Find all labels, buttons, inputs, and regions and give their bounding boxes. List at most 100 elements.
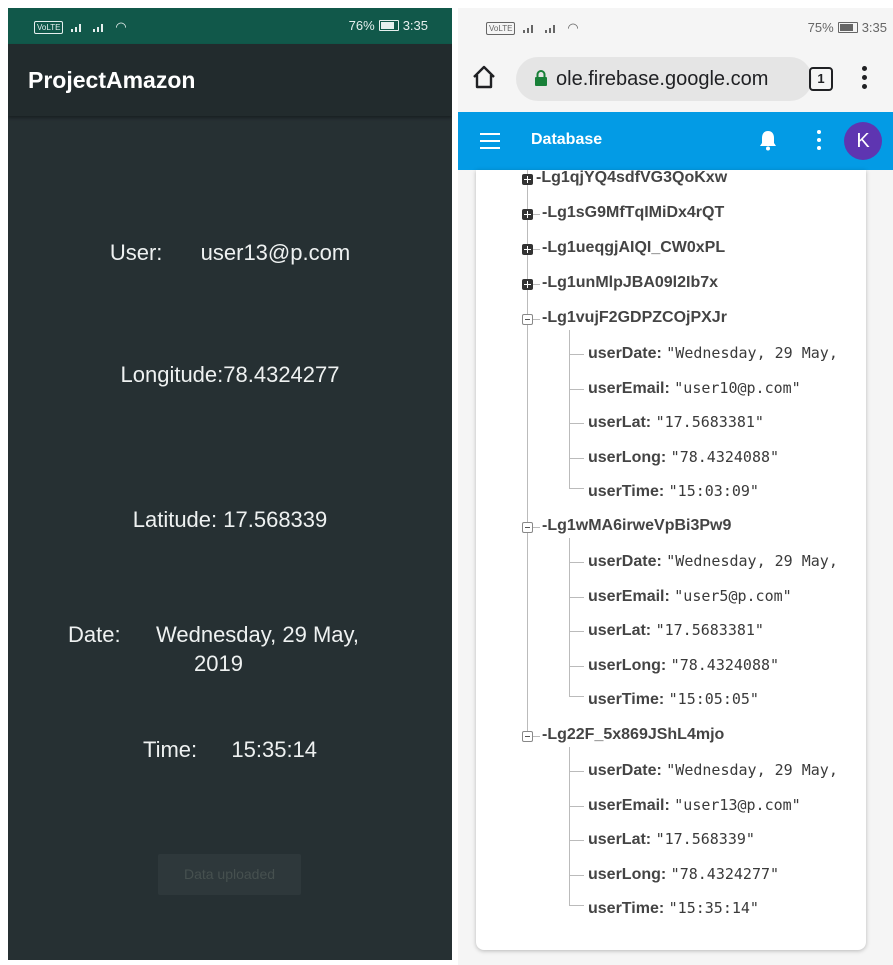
tree-connector (569, 905, 584, 906)
wifi-icon: ◠ (567, 20, 579, 35)
collapse-icon[interactable] (522, 314, 533, 325)
app-title: ProjectAmazon (8, 44, 452, 116)
tree-connector (569, 806, 584, 807)
url-text: ole.firebase.google.com (556, 68, 769, 90)
left-phone-screen: VoLTE ◠ 76% 3:35 ProjectAmazon User: use… (8, 8, 452, 960)
tree-connector (569, 389, 584, 390)
signal-icon-2 (93, 22, 107, 32)
database-tree-card: -Lg1qjYQ4sdfVG3QoKxw -Lg1sG9MfTqIMiDx4rQ… (476, 170, 866, 950)
tree-connector (569, 666, 584, 667)
signal-icon-2 (545, 23, 559, 33)
field-row[interactable]: userLong: "78.4324088" (588, 448, 779, 467)
longitude-label: Longitude: (120, 362, 224, 387)
field-row[interactable]: userDate: "Wednesday, 29 May, (588, 344, 838, 363)
field-row[interactable]: userEmail: "user13@p.com" (588, 796, 801, 815)
collapse-icon[interactable] (522, 731, 533, 742)
tree-connector (533, 527, 540, 528)
field-row[interactable]: userLong: "78.4324088" (588, 656, 779, 675)
tree-connector (533, 249, 540, 250)
battery-percent: 76% (348, 18, 375, 33)
field-row[interactable]: userEmail: "user5@p.com" (588, 587, 792, 606)
tree-connector (569, 875, 584, 876)
user-label: User: (109, 240, 163, 265)
battery-icon (378, 20, 399, 31)
tree-connector (533, 284, 540, 285)
collapse-icon[interactable] (522, 522, 533, 533)
tree-node[interactable]: -Lg1vujF2GDPZCOjPXJr (542, 309, 727, 327)
date-value: Wednesday, 29 May, (156, 622, 359, 647)
tree-connector (569, 488, 584, 489)
hamburger-menu-icon[interactable] (480, 133, 500, 154)
toolbar-more-icon[interactable] (817, 130, 823, 154)
tree-connector (569, 354, 584, 355)
longitude-row: Longitude:78.4324277 (8, 362, 452, 388)
tree-node[interactable]: -Lg1qjYQ4sdfVG3QoKxw (536, 170, 727, 187)
field-row[interactable]: userLat: "17.5683381" (588, 621, 764, 640)
time-value: 15:35:14 (231, 737, 318, 762)
date-row: Date: Wednesday, 29 May, (68, 622, 428, 648)
expand-icon[interactable] (522, 209, 533, 220)
field-row[interactable]: userLat: "17.568339" (588, 830, 755, 849)
tree-node[interactable]: -Lg22F_5x869JShL4mjo (542, 726, 724, 744)
tree-connector (569, 771, 584, 772)
field-row[interactable]: userLat: "17.5683381" (588, 413, 764, 432)
clock: 3:35 (861, 20, 887, 35)
volte-icon: VoLTE (486, 21, 516, 35)
battery-percent: 75% (807, 20, 834, 35)
avatar[interactable]: K (844, 122, 882, 160)
field-row[interactable]: userLong: "78.4324277" (588, 865, 779, 884)
tree-connector (569, 631, 584, 632)
field-row[interactable]: userTime: "15:03:09" (588, 482, 759, 501)
time-row: Time: 15:35:14 (8, 737, 452, 763)
volte-icon: VoLTE (34, 20, 64, 34)
date-label: Date: (68, 622, 121, 647)
latitude-label: Latitude: (132, 507, 218, 532)
tree-node[interactable]: -Lg1unMlpJBA09l2Ib7x (542, 274, 718, 292)
tree-node[interactable]: -Lg1ueqgjAIQI_CW0xPL (542, 239, 725, 257)
battery-icon (837, 22, 858, 33)
tree-connector (569, 423, 584, 424)
user-row: User: user13@p.com (8, 240, 452, 266)
tree-connector (533, 319, 540, 320)
tree-connector (533, 214, 540, 215)
tree-node[interactable]: -Lg1sG9MfTqIMiDx4rQT (542, 204, 724, 222)
longitude-value: 78.4324277 (223, 362, 340, 387)
field-row[interactable]: userDate: "Wednesday, 29 May, (588, 552, 838, 571)
more-options-icon[interactable] (862, 66, 868, 90)
tab-switcher-button[interactable]: 1 (809, 67, 833, 91)
tree-connector (569, 562, 584, 563)
field-row[interactable]: userTime: "15:05:05" (588, 690, 759, 709)
firebase-toolbar: Database K (458, 112, 893, 170)
field-row[interactable]: userTime: "15:35:14" (588, 899, 759, 918)
tree-connector (569, 840, 584, 841)
user-value: user13@p.com (200, 240, 351, 265)
tree-node[interactable]: -Lg1wMA6irweVpBi3Pw9 (542, 517, 731, 535)
tree-connector (569, 696, 584, 697)
tree-connector (569, 458, 584, 459)
page-title: Database (531, 131, 603, 148)
latitude-value: 17.568339 (223, 507, 328, 532)
latitude-row: Latitude: 17.568339 (8, 507, 452, 533)
url-bar[interactable]: ole.firebase.google.com (516, 57, 812, 101)
field-row[interactable]: userEmail: "user10@p.com" (588, 379, 801, 398)
expand-icon[interactable] (522, 174, 533, 185)
lock-icon (535, 70, 547, 86)
clock: 3:35 (402, 18, 428, 33)
status-bar: VoLTE ◠ 76% 3:35 (8, 8, 452, 44)
wifi-icon: ◠ (115, 19, 127, 34)
tree-connector (533, 736, 540, 737)
right-phone-screen: VoLTE ◠ 75% 3:35 ole.firebase.google.com… (458, 8, 893, 965)
signal-icon (523, 23, 537, 33)
notifications-bell-icon[interactable] (758, 129, 778, 151)
expand-icon[interactable] (522, 279, 533, 290)
field-row[interactable]: userDate: "Wednesday, 29 May, (588, 761, 838, 780)
home-icon[interactable] (471, 64, 497, 90)
signal-icon (71, 22, 85, 32)
date-value-line2: 2019 (194, 651, 243, 676)
expand-icon[interactable] (522, 244, 533, 255)
tree-connector (569, 597, 584, 598)
time-label: Time: (142, 737, 198, 762)
data-uploaded-button[interactable]: Data uploaded (158, 854, 301, 895)
status-bar-right: VoLTE ◠ 75% 3:35 (458, 8, 893, 46)
browser-toolbar: ole.firebase.google.com 1 (458, 46, 893, 112)
